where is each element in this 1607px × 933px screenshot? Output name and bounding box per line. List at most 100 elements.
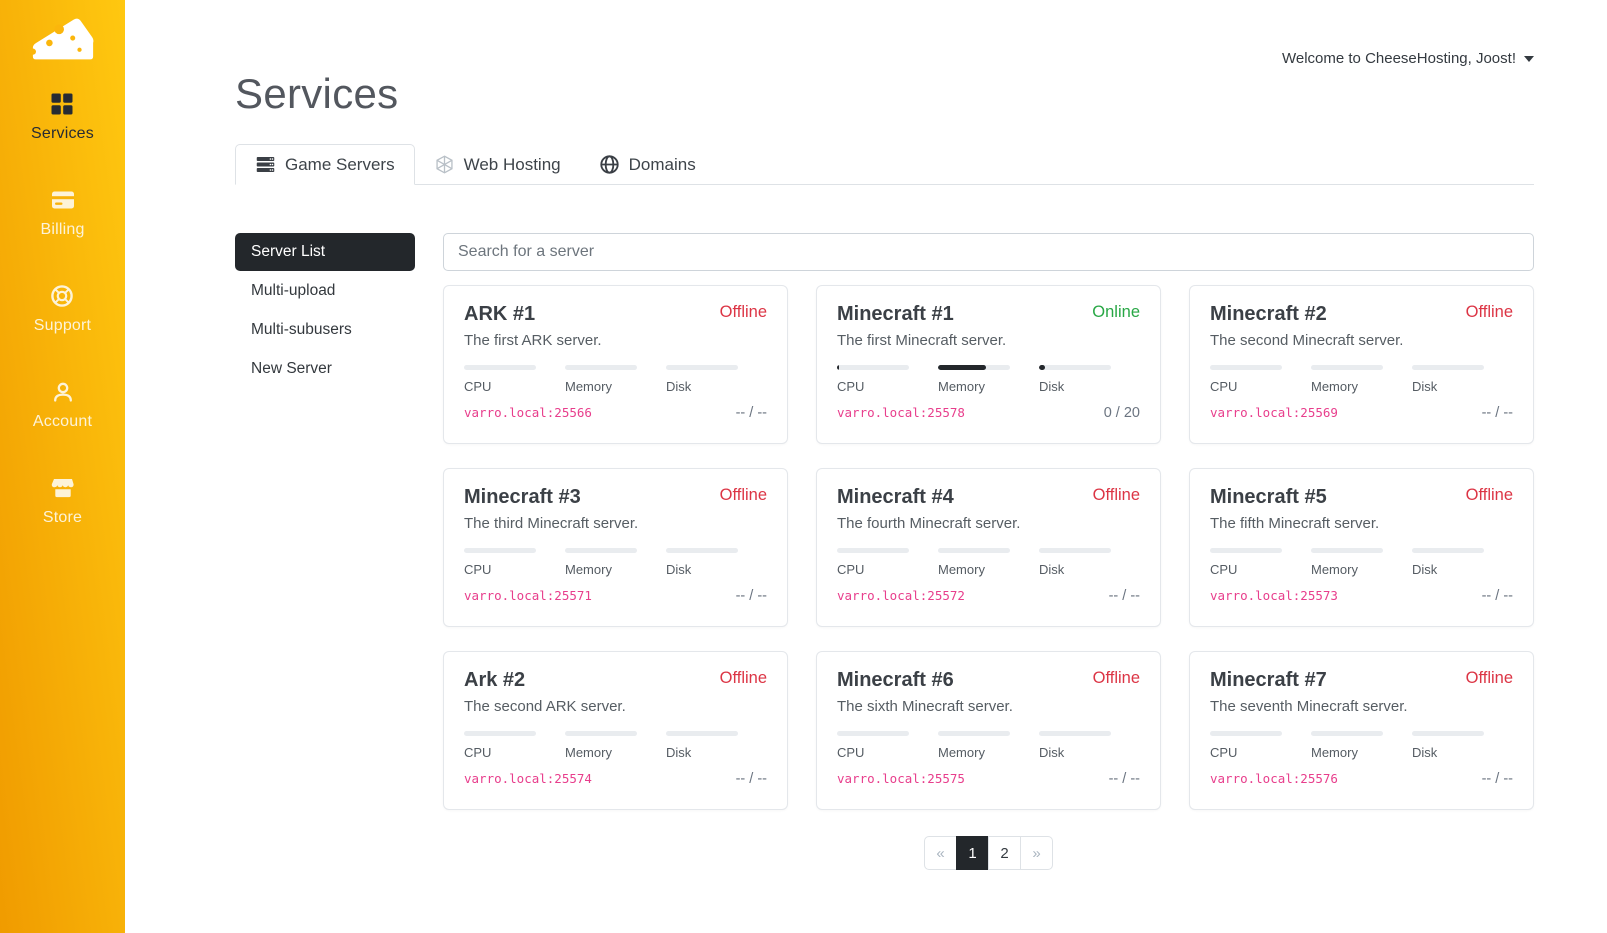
player-count: 0 / 20: [1103, 405, 1140, 421]
status-badge: Offline: [1092, 486, 1140, 504]
server-title: Minecraft #4: [837, 486, 954, 508]
memory-label: Memory: [1311, 379, 1358, 394]
subnav-item-multi-upload[interactable]: Multi-upload: [235, 272, 415, 310]
server-rack-icon: [256, 156, 275, 173]
server-description: The third Minecraft server.: [464, 515, 639, 532]
server-card[interactable]: Minecraft #7 Offline The seventh Minecra…: [1189, 651, 1534, 810]
pagination-page-1[interactable]: 1: [956, 836, 989, 870]
status-badge: Offline: [719, 669, 767, 687]
disk-label: Disk: [1039, 745, 1065, 760]
cpu-label: CPU: [837, 562, 865, 577]
tab-label: Web Hosting: [463, 154, 561, 174]
usage-bars: CPU Memory Disk: [837, 548, 1140, 577]
disk-usage-bar: [1039, 548, 1111, 553]
status-badge: Offline: [719, 486, 767, 504]
welcome-text: Welcome to CheeseHosting, Joost!: [1281, 50, 1516, 67]
memory-usage-bar: [565, 365, 637, 370]
tab-domains[interactable]: Domains: [580, 144, 715, 185]
cpu-label: CPU: [837, 745, 865, 760]
subnav-item-server-list[interactable]: Server List: [235, 233, 415, 271]
server-card[interactable]: Minecraft #2 Offline The second Minecraf…: [1189, 285, 1534, 444]
disk-usage-bar: [1412, 548, 1484, 553]
server-card[interactable]: ARK #1 Offline The first ARK server. CPU…: [443, 285, 788, 444]
sidebar-item-label: Support: [33, 317, 92, 334]
subnav-item-multi-subusers[interactable]: Multi-subusers: [235, 311, 415, 349]
disk-usage-bar: [1039, 365, 1111, 370]
server-card[interactable]: Minecraft #6 Offline The sixth Minecraft…: [816, 651, 1161, 810]
sidebar-item-services[interactable]: Services: [31, 92, 94, 143]
user-menu[interactable]: Welcome to CheeseHosting, Joost!: [1282, 50, 1534, 67]
status-badge: Online: [1092, 303, 1140, 321]
pagination-prev[interactable]: «: [924, 836, 957, 870]
search-input[interactable]: [443, 233, 1534, 271]
tab-label: Game Servers: [285, 154, 395, 174]
user-icon: [53, 382, 72, 402]
usage-bars: CPU Memory Disk: [464, 731, 767, 760]
server-description: The fifth Minecraft server.: [1210, 515, 1380, 532]
sidebar-item-account[interactable]: Account: [33, 380, 92, 431]
memory-usage-bar: [1311, 365, 1383, 370]
player-count: -- / --: [735, 771, 767, 787]
server-address: varro.local:25566: [464, 405, 592, 420]
cpu-usage-bar: [837, 731, 909, 736]
cpu-usage-bar: [464, 731, 536, 736]
memory-usage-bar: [1311, 731, 1383, 736]
memory-label: Memory: [1311, 562, 1358, 577]
server-card[interactable]: Minecraft #5 Offline The fifth Minecraft…: [1189, 468, 1534, 627]
disk-usage-bar: [1412, 731, 1484, 736]
server-card[interactable]: Minecraft #3 Offline The third Minecraft…: [443, 468, 788, 627]
server-grid: ARK #1 Offline The first ARK server. CPU…: [443, 285, 1534, 810]
server-title: Minecraft #1: [837, 303, 954, 325]
cpu-label: CPU: [1210, 745, 1238, 760]
sidebar-item-billing[interactable]: Billing: [40, 188, 84, 239]
cpu-label: CPU: [837, 379, 865, 394]
sidebar-item-label: Services: [31, 125, 94, 142]
cpu-label: CPU: [1210, 379, 1238, 394]
server-description: The first Minecraft server.: [837, 332, 1007, 349]
memory-usage-bar: [938, 548, 1010, 553]
server-card[interactable]: Minecraft #1 Online The first Minecraft …: [816, 285, 1161, 444]
server-title: ARK #1: [464, 303, 536, 325]
tab-web-hosting[interactable]: Web Hosting: [415, 144, 580, 185]
server-card[interactable]: Ark #2 Offline The second ARK server. CP…: [443, 651, 788, 810]
subnav-item-new-server[interactable]: New Server: [235, 350, 415, 388]
pagination-page-2[interactable]: 2: [988, 836, 1021, 870]
server-address: varro.local:25578: [837, 405, 965, 420]
cpu-usage-bar: [837, 365, 909, 370]
memory-usage-bar: [938, 365, 1010, 370]
credit-card-icon: [51, 191, 74, 209]
player-count: -- / --: [1481, 771, 1513, 787]
server-title: Minecraft #7: [1210, 669, 1327, 691]
disk-label: Disk: [1412, 562, 1438, 577]
usage-bars: CPU Memory Disk: [1210, 548, 1513, 577]
sidebar-item-support[interactable]: Support: [34, 284, 91, 335]
pagination-next[interactable]: »: [1020, 836, 1053, 870]
cpu-usage-bar: [1210, 731, 1282, 736]
server-title: Ark #2: [464, 669, 526, 691]
usage-bars: CPU Memory Disk: [837, 731, 1140, 760]
cheese-logo[interactable]: [29, 14, 97, 66]
storefront-icon: [51, 479, 74, 498]
disk-label: Disk: [1039, 562, 1065, 577]
status-badge: Offline: [1092, 669, 1140, 687]
sidebar-item-label: Store: [42, 509, 83, 526]
disk-label: Disk: [666, 562, 692, 577]
cpu-usage-bar: [837, 548, 909, 553]
tab-game-servers[interactable]: Game Servers: [235, 144, 415, 185]
status-badge: Offline: [1465, 669, 1513, 687]
memory-usage-bar: [938, 731, 1010, 736]
globe-icon: [599, 155, 619, 174]
disk-usage-bar: [666, 548, 738, 553]
usage-bars: CPU Memory Disk: [1210, 731, 1513, 760]
player-count: -- / --: [1108, 771, 1140, 787]
disk-label: Disk: [1412, 745, 1438, 760]
server-description: The second ARK server.: [464, 698, 626, 715]
cpu-label: CPU: [1210, 562, 1238, 577]
memory-label: Memory: [938, 745, 985, 760]
sidebar-item-store[interactable]: Store: [43, 476, 82, 527]
memory-label: Memory: [1311, 745, 1358, 760]
disk-label: Disk: [666, 745, 692, 760]
disk-usage-bar: [666, 731, 738, 736]
usage-bars: CPU Memory Disk: [464, 365, 767, 394]
server-card[interactable]: Minecraft #4 Offline The fourth Minecraf…: [816, 468, 1161, 627]
